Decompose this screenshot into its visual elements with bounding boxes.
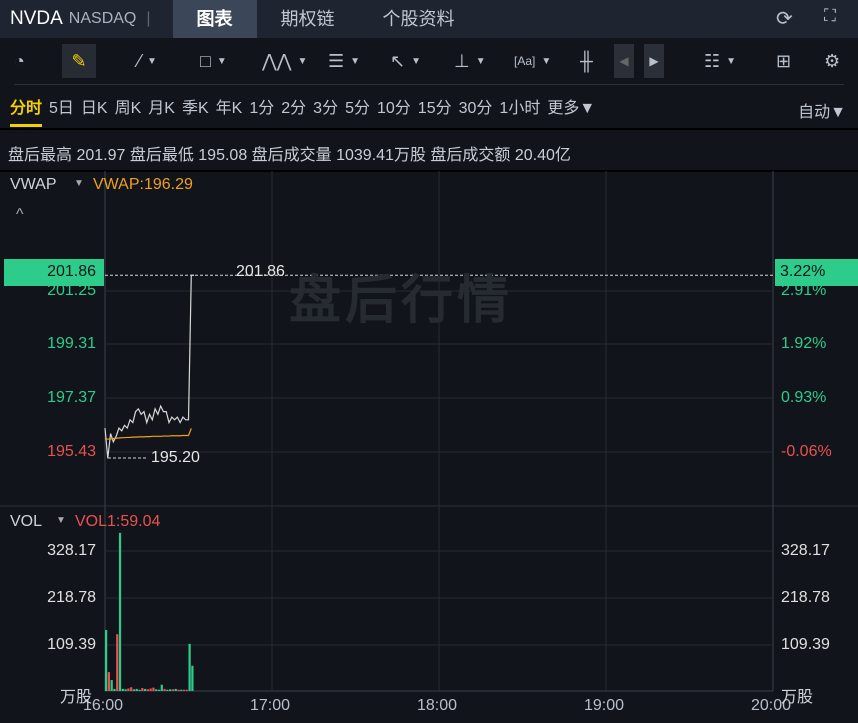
volume-bar — [107, 672, 111, 691]
volume-bar — [174, 688, 177, 691]
time-axis-label: 18:00 — [417, 697, 458, 714]
volume-bar — [149, 688, 152, 691]
volume-bar — [157, 689, 161, 691]
pct-axis-label: 0.93% — [781, 389, 827, 406]
volume-bar — [138, 689, 141, 691]
vwap-value: VWAP:196.29 — [93, 176, 193, 193]
volume-bar — [124, 689, 127, 691]
price-axis-label: 201.25 — [47, 282, 96, 299]
volume-bar — [110, 680, 113, 691]
vol-axis-label: 218.78 — [47, 589, 96, 606]
vol-indicator-select[interactable]: VOL — [10, 513, 42, 531]
volume-bar — [171, 689, 175, 691]
vol-value: VOL1:59.04 — [75, 513, 161, 530]
volume-bar — [146, 689, 149, 691]
collapse-icon[interactable]: ^ — [16, 206, 24, 224]
volume-bar — [152, 687, 155, 691]
volume-bar — [141, 688, 144, 691]
vol-axis-label: 328.17 — [47, 542, 96, 559]
volume-bar — [118, 532, 122, 691]
volume-bar — [113, 688, 116, 691]
pct-axis-label: 1.92% — [781, 335, 827, 352]
chevron-down-icon[interactable]: ▼ — [56, 515, 66, 526]
chevron-down-icon[interactable]: ▼ — [74, 178, 84, 189]
volume-bar — [155, 689, 158, 691]
volume-bar — [185, 689, 188, 691]
volume-bar — [130, 687, 133, 691]
price-chart[interactable] — [0, 0, 858, 723]
vol-axis-label: 109.39 — [47, 636, 96, 653]
watermark: 盘后行情 — [289, 272, 514, 330]
vol-axis-label-right: 218.78 — [781, 589, 830, 606]
vol-unit-left: 万股 — [60, 689, 93, 706]
time-axis-label: 17:00 — [250, 697, 291, 714]
volume-bar — [188, 643, 191, 691]
volume-bar — [191, 665, 194, 691]
vol-unit-right: 万股 — [781, 689, 814, 706]
volume-bar — [166, 689, 169, 691]
volume-bar — [160, 684, 163, 691]
price-line — [104, 274, 195, 459]
volume-bar — [180, 689, 183, 691]
time-axis-label: 19:00 — [584, 697, 625, 714]
price-axis-label: 195.43 — [47, 443, 96, 460]
vol-axis-label-right: 109.39 — [781, 636, 830, 653]
volume-bar — [132, 689, 136, 691]
volume-bar — [121, 688, 124, 691]
low-marker-label: 195.20 — [151, 449, 200, 466]
price-axis-label: 199.31 — [47, 335, 96, 352]
volume-bar — [105, 630, 108, 691]
volume-bar — [182, 689, 186, 691]
volume-bar — [169, 689, 172, 691]
pct-axis-label: -0.06% — [781, 443, 832, 460]
volume-bar — [143, 688, 147, 691]
high-marker-label: 201.86 — [236, 263, 285, 280]
pct-axis-label: 2.91% — [781, 282, 827, 299]
volume-bar — [177, 689, 180, 691]
volume-bar — [135, 688, 138, 691]
volume-bar — [116, 634, 119, 691]
price-axis-label: 197.37 — [47, 389, 96, 406]
volume-bar — [127, 688, 130, 691]
vol-axis-label-right: 328.17 — [781, 542, 830, 559]
indicator-select[interactable]: VWAP — [10, 176, 57, 194]
volume-bar — [163, 688, 166, 691]
